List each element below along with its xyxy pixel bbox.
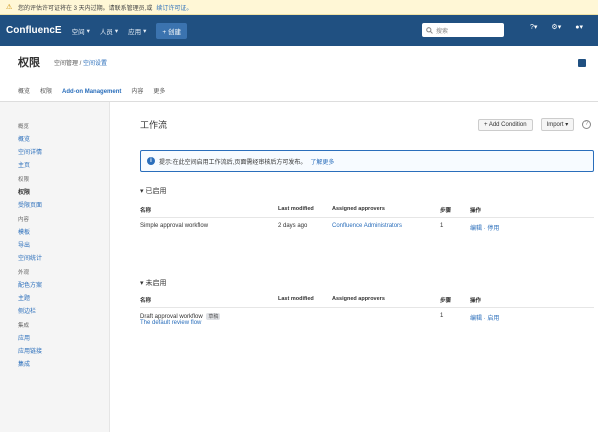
section-title: 工作流: [140, 120, 168, 130]
column-header: 步骤: [440, 298, 452, 304]
watch-icon[interactable]: [578, 59, 586, 67]
table-header: 名称 Last modified Assigned approvers 步骤 操…: [140, 206, 594, 214]
import-button[interactable]: Import ▾: [540, 118, 575, 131]
sidebar-item[interactable]: 应用链接: [18, 346, 109, 355]
table-header: 名称 Last modified Assigned approvers 步骤 操…: [140, 296, 594, 304]
sidebar-item[interactable]: 主题: [18, 293, 109, 302]
main-content: 工作流 + Add Condition Import ▾ ? i 提示:在此空间…: [110, 102, 598, 432]
sidebar-heading: 集成: [18, 323, 30, 329]
banner-text: 您的评估许可证将在 3 天内过期。请联系管理员,或: [18, 5, 153, 12]
sidebar-item[interactable]: 空间详情: [18, 147, 109, 156]
column-header: Last modified: [278, 296, 314, 302]
column-header: 名称: [140, 208, 152, 214]
table-row: Simple approval workflow 2 days ago Conf…: [140, 217, 594, 232]
row-actions[interactable]: 编辑 · 停用: [470, 223, 530, 232]
sidebar-item[interactable]: 空间统计: [18, 253, 109, 262]
confluence-logo[interactable]: ConfluencE: [6, 25, 62, 36]
tab-content[interactable]: 内容: [131, 86, 143, 101]
search-icon: [426, 26, 433, 34]
info-icon: i: [147, 157, 155, 165]
column-header: Assigned approvers: [332, 296, 385, 302]
info-text: 提示:在此空间启用工作流后,页面需经审核后方可发布。: [159, 159, 307, 166]
breadcrumb-link[interactable]: 空间设置: [83, 61, 107, 67]
sidebar-item[interactable]: 模板: [18, 227, 109, 236]
column-header: Assigned approvers: [332, 206, 385, 212]
sidebar-item[interactable]: 应用: [18, 333, 109, 342]
nav-apps[interactable]: 应用 ▾: [128, 26, 146, 36]
gear-icon[interactable]: ⚙▾: [551, 23, 561, 31]
chevron-down-icon: ▾: [86, 27, 90, 35]
page-header: 权限 空间管理 / 空间设置: [0, 46, 598, 78]
sidebar-heading: 概览: [18, 124, 30, 130]
approvers-link[interactable]: Confluence Administrators: [332, 223, 440, 229]
help-icon[interactable]: ?▾: [530, 23, 537, 31]
chevron-down-icon: ▾: [143, 27, 147, 35]
tab-addon-management[interactable]: Add-on Management: [62, 89, 121, 101]
sidebar-item[interactable]: 导出: [18, 240, 109, 249]
tab-overview[interactable]: 概览: [18, 86, 30, 101]
nav-people[interactable]: 人员 ▾: [100, 26, 118, 36]
column-header: 操作: [470, 298, 482, 304]
breadcrumb: 空间管理 / 空间设置: [54, 58, 107, 67]
disabled-section-title: ▾ 未启用: [140, 278, 166, 288]
workflow-name[interactable]: Simple approval workflow: [140, 223, 278, 229]
chevron-down-icon[interactable]: ▾: [140, 280, 144, 287]
info-link[interactable]: 了解更多: [310, 157, 334, 166]
page-title: 权限: [18, 57, 40, 69]
sidebar-item[interactable]: 配色方案: [18, 280, 109, 289]
disabled-workflows-table: 名称 Last modified Assigned approvers 步骤 操…: [140, 296, 594, 326]
chevron-down-icon: ▾: [114, 27, 119, 35]
workflow-description[interactable]: The default review flow: [140, 320, 201, 326]
status-badge: 草稿: [206, 313, 221, 320]
sidebar-item[interactable]: 集成: [18, 359, 109, 368]
last-modified: 2 days ago: [278, 223, 308, 229]
sidebar-heading: 权限: [18, 177, 30, 183]
sidebar-item[interactable]: 主页: [18, 160, 109, 169]
license-warning-banner: ⚠ 您的评估许可证将在 3 天内过期。请联系管理员,或 续订许可证。: [0, 0, 598, 15]
banner-link[interactable]: 续订许可证。: [156, 3, 192, 12]
breadcrumb-prefix: 空间管理 /: [54, 60, 82, 67]
tab-more[interactable]: 更多: [153, 86, 165, 101]
sidebar-heading: 外观: [18, 270, 30, 276]
info-message: i 提示:在此空间启用工作流后,页面需经审核后方可发布。 了解更多: [140, 150, 594, 172]
warning-icon: ⚠: [6, 3, 13, 11]
user-avatar-icon[interactable]: ●▾: [575, 23, 583, 31]
column-header: 步骤: [440, 208, 452, 214]
step-count: 1: [440, 223, 444, 229]
row-actions[interactable]: 编辑 · 启用: [470, 313, 530, 322]
chevron-down-icon[interactable]: ▾: [140, 188, 144, 195]
enabled-section-label: 已启用: [145, 188, 167, 195]
disabled-section-label: 未启用: [145, 280, 167, 287]
sidebar-item[interactable]: 概览: [18, 134, 109, 143]
search-input[interactable]: 搜索: [422, 23, 504, 37]
create-button[interactable]: + 创建: [156, 22, 187, 39]
sidebar-item[interactable]: 受限页面: [18, 200, 109, 209]
sidebar-item-permissions[interactable]: 权限: [18, 187, 109, 196]
search-placeholder: 搜索: [436, 28, 449, 35]
tab-permissions[interactable]: 权限: [40, 86, 52, 101]
nav-spaces[interactable]: 空间 ▾: [72, 26, 90, 36]
column-header: 操作: [470, 208, 482, 214]
step-count: 1: [440, 313, 444, 319]
settings-tabs: 概览 权限 Add-on Management 内容 更多: [0, 78, 598, 102]
sidebar-item[interactable]: 侧边栏: [18, 306, 109, 315]
settings-sidebar: 概览 概览 空间详情 主页 权限 权限 受限页面 内容 模板 导出 空间统计 外…: [0, 102, 110, 432]
enabled-workflows-table: 名称 Last modified Assigned approvers 步骤 操…: [140, 206, 594, 232]
add-condition-button[interactable]: + Add Condition: [478, 118, 533, 131]
table-row: Draft approval workflow 草稿 The default r…: [140, 307, 594, 326]
enabled-section-title: ▾ 已启用: [140, 186, 166, 196]
sidebar-heading: 内容: [18, 217, 30, 223]
top-navigation: ConfluencE 空间 ▾ 人员 ▾ 应用 ▾ + 创建 搜索 ?▾ ⚙▾ ●▾: [0, 15, 598, 46]
workflow-cell: Draft approval workflow 草稿 The default r…: [140, 313, 278, 326]
column-header: Last modified: [278, 206, 314, 212]
help-icon[interactable]: ?: [582, 120, 592, 129]
column-header: 名称: [140, 298, 152, 304]
